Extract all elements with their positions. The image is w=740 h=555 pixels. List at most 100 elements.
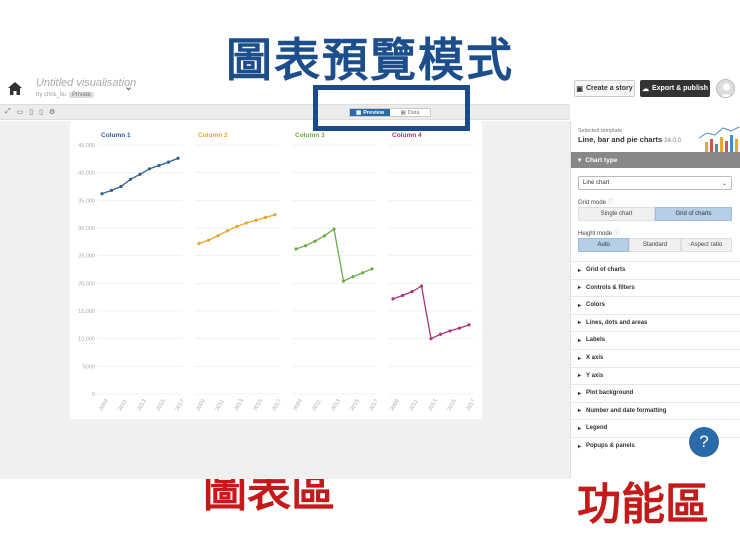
data-point (128, 177, 133, 181)
x-tick-label: 2013 (331, 398, 342, 412)
home-icon[interactable] (8, 82, 22, 95)
y-tick-label: 5000 (83, 364, 95, 370)
template-thumbnail[interactable] (697, 124, 740, 152)
series-title: Column 2 (198, 132, 228, 139)
data-point (448, 329, 452, 333)
chevron-down-icon: ⌄ (721, 180, 727, 187)
settings-icon[interactable]: ⚙ (49, 108, 55, 116)
avatar[interactable] (716, 79, 735, 98)
data-point (273, 213, 277, 217)
series-line (101, 157, 179, 195)
data-point (341, 279, 346, 283)
cloud-upload-icon: ☁ (642, 85, 649, 93)
accordion-label: Labels (586, 337, 606, 344)
preview-toolbar (0, 104, 570, 120)
height-mode-aspect-ratio[interactable]: Aspect ratio (680, 238, 732, 252)
caret-right-icon: ▸ (578, 390, 582, 397)
caret-right-icon: ▸ (578, 443, 582, 450)
tablet-icon[interactable]: ▯ (29, 108, 33, 116)
accordion-label: Grid of charts (586, 267, 626, 273)
data-point (244, 221, 249, 225)
accordion-item-controls-filters[interactable]: ▸ Controls & filters (571, 278, 740, 296)
data-point (109, 188, 114, 192)
data-point (360, 271, 365, 275)
export-publish-button[interactable]: ☁ Export & publish (640, 80, 710, 97)
grid-mode-grid-of-charts[interactable]: Grid of charts (655, 207, 732, 221)
template-name-text: Line, bar and pie charts (578, 135, 663, 144)
grid-mode-single-chart[interactable]: Single chart (578, 207, 655, 221)
height-mode-standard[interactable]: Standard (629, 238, 681, 252)
x-tick-label: 2015 (350, 398, 361, 412)
grid-mode-toggle: Single chart Grid of charts (578, 207, 732, 221)
visualisation-title[interactable]: Untitled visualisation (36, 77, 136, 89)
device-icons: ⤢ ▭ ▯ ▯ ⚙ (5, 108, 55, 116)
accordion-label: Colors (586, 302, 606, 309)
accordion-item-colors[interactable]: ▸ Colors (571, 296, 740, 313)
series-line (392, 285, 470, 340)
x-tick-label: 2017 (466, 398, 477, 412)
chart-type-value: Line chart (583, 180, 610, 186)
create-story-button[interactable]: ▣ Create a story (574, 80, 635, 97)
desktop-icon[interactable]: ▭ (17, 108, 24, 116)
caret-right-icon: ▸ (578, 267, 582, 274)
byline: by chris_liu Private (36, 92, 94, 98)
grid-line-chart: 0 5000 10,000 15,000 20,000 25,000 30,000 35,00… (78, 132, 477, 412)
chart-type-select[interactable]: Line chart ⌄ (578, 176, 732, 190)
grid-mode-text: Grid mode (578, 200, 607, 206)
x-tick-label: 2011 (118, 399, 129, 412)
x-tick-label: 2017 (175, 398, 186, 412)
y-tick-label: 25,000 (78, 254, 95, 260)
accordion-label: Y axis (586, 372, 604, 379)
caret-right-icon: ▸ (578, 320, 582, 327)
caret-right-icon: ▸ (578, 373, 582, 380)
accordion-label: Number and date formatting (586, 407, 667, 414)
accordion-item-lines-dots-and-areas[interactable]: ▸ Lines, dots and areas (571, 313, 740, 331)
height-mode-toggle: Auto Standard Aspect ratio (578, 238, 732, 252)
x-tick-label: 2013 (234, 398, 245, 412)
accordion-label: Lines, dots and areas (586, 319, 648, 326)
accordion-item-number-and-date-formatting[interactable]: ▸ Number and date formatting (571, 401, 740, 419)
series-line (198, 214, 276, 245)
caret-right-icon: ▸ (578, 337, 582, 344)
data-point (176, 156, 180, 160)
y-tick-label: 35,000 (78, 198, 95, 204)
height-mode-text: Height mode (578, 231, 613, 237)
data-point (294, 247, 298, 251)
fullscreen-icon[interactable]: ⤢ (5, 108, 11, 116)
x-tick-label: 2009 (99, 398, 110, 412)
series-title: Column 3 (295, 132, 325, 139)
accordion-item-labels[interactable]: ▸ Labels (571, 331, 740, 348)
accordion-item-x-axis[interactable]: ▸ X axis (571, 349, 740, 366)
y-tick-label: 15,000 (78, 309, 95, 315)
y-tick-label: 40,000 (78, 171, 95, 177)
data-point (467, 323, 471, 327)
highlight-box (313, 85, 470, 131)
accordion-item-plot-background[interactable]: ▸ Plot background (571, 384, 740, 401)
series-title: Column 1 (101, 132, 131, 139)
accordion-label: Popups & panels (586, 443, 635, 449)
data-point (370, 267, 374, 271)
x-tick-label: 2017 (369, 398, 380, 412)
y-tick-label: 45,000 (78, 143, 95, 149)
data-point (400, 293, 405, 298)
mobile-icon[interactable]: ▯ (39, 108, 43, 116)
data-point (351, 275, 355, 279)
x-tick-label: 2011 (409, 399, 420, 412)
series-line (295, 227, 373, 283)
privacy-badge[interactable]: Private (69, 92, 94, 98)
accordion-item-y-axis[interactable]: ▸ Y axis (571, 366, 740, 384)
chevron-down-icon[interactable]: ⌄ (124, 80, 133, 93)
data-point (263, 215, 268, 220)
height-mode-auto[interactable]: Auto (578, 238, 630, 252)
accordion-label: X axis (586, 355, 604, 361)
template-version: 24.0.0 (664, 138, 681, 144)
section-chart-type[interactable]: ▾ Chart type (571, 152, 740, 168)
data-point (216, 234, 220, 238)
accordion-label: Legend (586, 425, 608, 432)
x-tick-label: 2017 (272, 398, 283, 412)
help-button[interactable]: ? (689, 427, 719, 457)
accordion-item-grid-of-charts[interactable]: ▸ Grid of charts (571, 261, 740, 278)
section-chart-type-label: Chart type (585, 156, 618, 164)
y-tick-label: 0 (92, 392, 95, 398)
height-mode-label: Height mode ⓘ (578, 228, 620, 237)
